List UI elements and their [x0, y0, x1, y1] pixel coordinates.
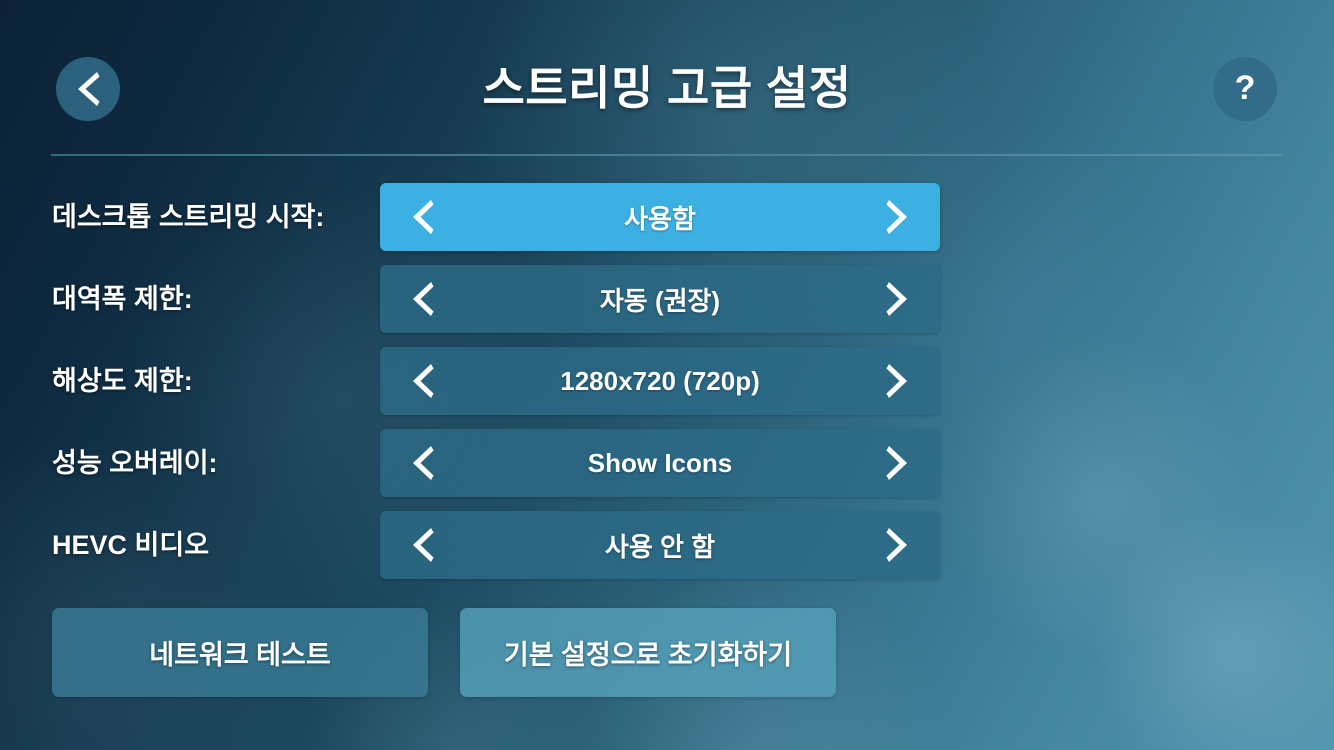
setting-value: 사용함: [624, 203, 696, 234]
help-button[interactable]: ?: [1213, 57, 1277, 121]
setting-value-selector[interactable]: Show Icons: [380, 429, 940, 497]
chevron-right-icon: [886, 364, 907, 398]
chevron-right-icon: [886, 282, 907, 316]
settings-list: 데스크톱 스트리밍 시작: 사용함대역폭 제한: 자동 (권장) 해상도 제한: 128…: [0, 183, 1334, 593]
next-value-button[interactable]: [876, 519, 918, 571]
chevron-right-icon: [886, 200, 907, 234]
next-value-button[interactable]: [876, 437, 918, 489]
setting-row: 성능 오버레이: Show Icons: [0, 429, 1334, 497]
setting-value: 1280x720 (720p): [560, 365, 760, 396]
setting-value: Show Icons: [587, 447, 733, 478]
setting-label: 성능 오버레이:: [52, 448, 218, 478]
setting-label: 데스크톱 스트리밍 시작:: [52, 202, 325, 232]
setting-value-selector[interactable]: 자동 (권장): [380, 265, 940, 333]
network-test-button[interactable]: 네트워크 테스트: [52, 608, 428, 697]
header-divider: [51, 154, 1283, 156]
previous-value-button[interactable]: [402, 191, 444, 243]
setting-value: 자동 (권장): [599, 285, 721, 316]
setting-label: HEVC 비디오: [52, 530, 210, 560]
previous-value-button[interactable]: [402, 273, 444, 325]
chevron-left-icon: [413, 364, 434, 398]
previous-value-button[interactable]: [402, 355, 444, 407]
setting-row: 해상도 제한: 1280x720 (720p): [0, 347, 1334, 415]
setting-row: 대역폭 제한: 자동 (권장): [0, 265, 1334, 333]
setting-label: 해상도 제한:: [52, 366, 193, 396]
question-mark-icon: ?: [1234, 69, 1256, 107]
chevron-left-icon: [413, 282, 434, 316]
reset-to-defaults-button[interactable]: 기본 설정으로 초기화하기: [460, 608, 836, 697]
previous-value-button[interactable]: [402, 519, 444, 571]
next-value-button[interactable]: [876, 191, 918, 243]
next-value-button[interactable]: [876, 273, 918, 325]
chevron-left-icon: [413, 200, 434, 234]
setting-row: HEVC 비디오 사용 안 함: [0, 511, 1334, 579]
setting-label: 대역폭 제한:: [52, 284, 193, 314]
chevron-right-icon: [886, 446, 907, 480]
next-value-button[interactable]: [876, 355, 918, 407]
page-title: 스트리밍 고급 설정: [482, 62, 852, 114]
setting-row: 데스크톱 스트리밍 시작: 사용함: [0, 183, 1334, 251]
action-button-bar: 네트워크 테스트 기본 설정으로 초기화하기: [0, 608, 1334, 698]
previous-value-button[interactable]: [402, 437, 444, 489]
chevron-left-icon: [413, 446, 434, 480]
chevron-left-icon: [413, 528, 434, 562]
setting-value-selector[interactable]: 1280x720 (720p): [380, 347, 940, 415]
setting-value-selector[interactable]: 사용 안 함: [380, 511, 940, 579]
page-header: 스트리밍 고급 설정 ?: [0, 0, 1334, 156]
setting-value-selector[interactable]: 사용함: [380, 183, 940, 251]
chevron-right-icon: [886, 528, 907, 562]
setting-value: 사용 안 함: [604, 531, 716, 562]
